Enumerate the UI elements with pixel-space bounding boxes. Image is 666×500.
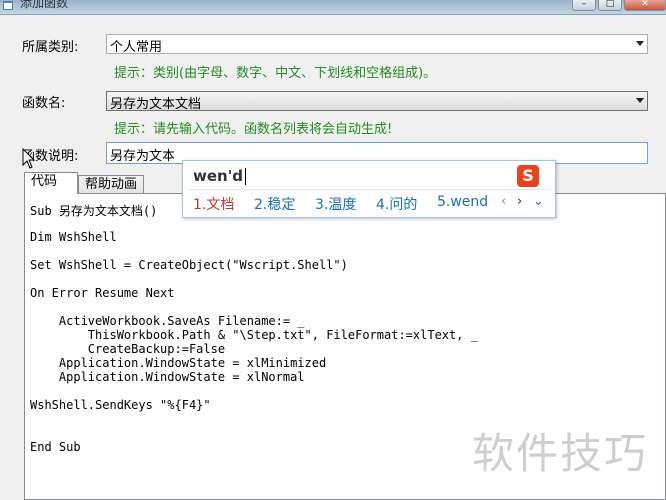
- window-title: 添加函数: [20, 0, 69, 10]
- code-line: Dim WshShell: [30, 230, 117, 244]
- ime-candidate-window: wen'd S 1.文档 2.稳定 3.温度 4.问的 5.wend ‹ › ⌄: [182, 160, 556, 218]
- ime-next-page-icon[interactable]: ›: [517, 194, 522, 209]
- code-line: End Sub: [30, 440, 81, 454]
- code-line: ActiveWorkbook.SaveAs Filename:= _: [30, 314, 305, 328]
- tab-code[interactable]: 代码: [24, 172, 78, 194]
- function-name-value: 另存为文本文档: [110, 97, 202, 112]
- ime-caret: [245, 168, 246, 185]
- maximize-button[interactable]: □: [598, 0, 622, 11]
- watermark: 软件技巧: [472, 429, 649, 478]
- ime-candidate[interactable]: 5.wend: [437, 194, 488, 210]
- category-label: 所属类别:: [22, 40, 79, 55]
- tab-help-animation[interactable]: 帮助动画: [78, 175, 144, 195]
- chevron-down-icon: [636, 41, 644, 46]
- category-hint: 提示：类别(由字母、数字、中文、下划线和空格组成)。: [114, 66, 437, 81]
- ime-candidate[interactable]: 2.稳定: [254, 194, 295, 214]
- code-line: On Error Resume Next: [30, 286, 175, 300]
- code-line: ThisWorkbook.Path & "\Step.txt", FileFor…: [30, 328, 478, 342]
- chevron-down-icon: [636, 98, 644, 103]
- ime-candidate[interactable]: 4.问的: [376, 194, 417, 214]
- close-button[interactable]: ✕: [624, 0, 666, 11]
- code-line: WshShell.SendKeys "%{F4}": [30, 398, 211, 412]
- ime-candidate[interactable]: 1.文档: [193, 194, 234, 214]
- function-name-select[interactable]: 另存为文本文档: [106, 91, 648, 112]
- ime-composition: wen'd: [193, 167, 244, 185]
- description-value: 另存为文本: [110, 149, 176, 164]
- code-line: Set WshShell = CreateObject("Wscript.She…: [30, 258, 348, 272]
- function-name-label: 函数名:: [22, 96, 66, 111]
- code-line: Application.WindowState = xlNormal: [30, 370, 305, 384]
- code-line: CreateBackup:=False: [30, 342, 226, 356]
- mouse-cursor-icon: [22, 148, 36, 169]
- minimize-button[interactable]: –: [572, 0, 596, 11]
- code-line: Application.WindowState = xlMinimized: [30, 356, 327, 370]
- function-name-hint: 提示：请先输入代码。函数名列表将会自动生成!: [114, 122, 393, 137]
- ime-prev-page-icon[interactable]: ‹: [501, 194, 506, 209]
- code-line: Sub 另存为文本文档(): [30, 204, 158, 218]
- ime-divider: [187, 189, 551, 190]
- ime-expand-icon[interactable]: ⌄: [533, 194, 544, 209]
- category-value: 个人常用: [110, 40, 163, 55]
- category-select[interactable]: 个人常用: [106, 34, 648, 55]
- sogou-logo-icon: S: [517, 165, 539, 187]
- title-bar: 添加函数 – □ ✕: [0, 0, 666, 15]
- app-icon: [3, 1, 13, 10]
- ime-candidate[interactable]: 3.温度: [315, 194, 356, 214]
